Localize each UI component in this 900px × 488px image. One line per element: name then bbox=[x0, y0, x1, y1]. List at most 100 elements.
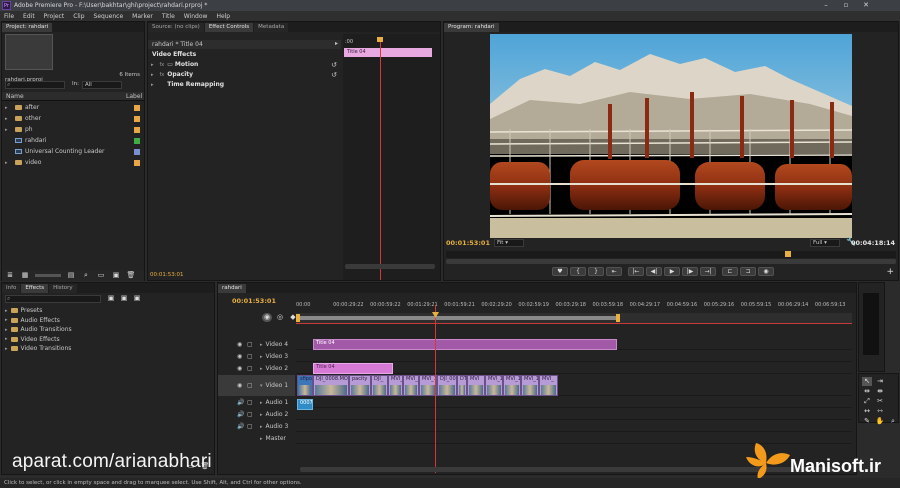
effect-opacity[interactable]: Opacity bbox=[167, 71, 193, 78]
export-frame-button[interactable]: ◉ bbox=[758, 267, 774, 276]
fx-toggle-icon[interactable]: fx bbox=[160, 62, 165, 68]
track-visibility-icon[interactable]: ◉ bbox=[237, 382, 247, 389]
video-clip[interactable]: MVI bbox=[467, 375, 485, 396]
snap-icon[interactable]: ◉ bbox=[262, 313, 272, 322]
title-clip-video4[interactable]: Title 04 bbox=[313, 339, 617, 350]
expand-track-icon[interactable]: ▸ bbox=[260, 354, 263, 360]
expand-arrow-icon[interactable]: ▸ bbox=[5, 105, 12, 111]
expand-arrow-icon[interactable]: ▸ bbox=[5, 116, 12, 122]
timeline-playhead[interactable] bbox=[435, 305, 436, 473]
expand-arrow-icon[interactable]: ▸ bbox=[335, 40, 338, 47]
label-color-swatch[interactable] bbox=[134, 159, 140, 166]
track-header[interactable]: 🔊 ▢ ▸ Audio 2 bbox=[218, 409, 295, 420]
project-item[interactable]: ▸ after bbox=[2, 102, 144, 113]
track-mute-icon[interactable]: 🔊 bbox=[237, 399, 247, 406]
video-clip[interactable]: DJI_0008.MOV bbox=[313, 375, 349, 396]
track-header[interactable]: ◉ ▢ ▸ Video 3 bbox=[218, 351, 295, 362]
menu-window[interactable]: Window bbox=[184, 13, 208, 20]
expand-track-icon[interactable]: ▸ bbox=[260, 400, 263, 406]
video-clip[interactable]: MVI_1 bbox=[521, 375, 539, 396]
expand-arrow-icon[interactable]: ▸ bbox=[5, 308, 8, 314]
add-button-icon[interactable]: + bbox=[886, 267, 894, 277]
rolling-edit-tool-icon[interactable]: ⇼ bbox=[875, 387, 885, 396]
video-clip[interactable]: MVI_1 bbox=[503, 375, 521, 396]
project-item[interactable]: ▸ video bbox=[2, 157, 144, 168]
mark-in-button[interactable]: { bbox=[570, 267, 586, 276]
track-lock-icon[interactable]: ▢ bbox=[247, 365, 257, 372]
expand-track-icon[interactable]: ▸ bbox=[260, 342, 263, 348]
effect-timeline-area[interactable]: :00 Title 04 bbox=[343, 34, 440, 280]
reset-motion-icon[interactable]: ↺ bbox=[331, 61, 337, 69]
project-item[interactable]: ▸ other bbox=[2, 113, 144, 124]
track-lane[interactable] bbox=[296, 421, 852, 432]
video-clip[interactable]: MVI_ bbox=[388, 375, 403, 396]
close-button[interactable]: ✕ bbox=[856, 0, 876, 11]
new-item-icon[interactable]: ▣ bbox=[111, 271, 121, 280]
track-lock-icon[interactable]: ▢ bbox=[247, 341, 257, 348]
timeline-ruler[interactable]: 00:00 00:00:29:22 00:00:59:22 00:01:29:21 00… bbox=[296, 302, 852, 312]
track-lane[interactable] bbox=[296, 409, 852, 420]
label-color-swatch[interactable] bbox=[134, 115, 140, 122]
32bit-effects-icon[interactable]: ▣ bbox=[119, 294, 129, 303]
menu-title[interactable]: Title bbox=[162, 13, 175, 20]
video-clip[interactable]: MVI_ bbox=[539, 375, 558, 396]
work-area-range[interactable] bbox=[296, 316, 618, 320]
play-button[interactable]: ▶ bbox=[664, 267, 680, 276]
menu-project[interactable]: Project bbox=[44, 13, 65, 20]
new-bin-icon[interactable]: ▭ bbox=[96, 271, 106, 280]
hand-tool-icon[interactable]: ✋ bbox=[875, 417, 885, 426]
trash-icon[interactable]: 🗑 bbox=[126, 271, 136, 280]
track-lock-icon[interactable]: ▢ bbox=[247, 423, 257, 430]
tab-project[interactable]: Project: rahdari bbox=[2, 23, 53, 32]
tab-effects[interactable]: Effects bbox=[21, 284, 49, 293]
pen-tool-icon[interactable]: ✎ bbox=[862, 417, 872, 426]
effect-time-remapping[interactable]: Time Remapping bbox=[167, 81, 224, 88]
expand-track-icon[interactable]: ▸ bbox=[260, 366, 263, 372]
rate-stretch-tool-icon[interactable]: ⤢ bbox=[862, 397, 872, 406]
add-marker-button[interactable]: ♥ bbox=[552, 267, 568, 276]
expand-time-remap-icon[interactable]: ▸ bbox=[151, 82, 154, 88]
video-clip[interactable]: DTI bbox=[457, 375, 467, 396]
label-color-swatch[interactable] bbox=[134, 104, 140, 111]
expand-motion-icon[interactable]: ▸ bbox=[151, 62, 154, 68]
video-clip[interactable]: MVI_1 bbox=[485, 375, 503, 396]
work-area-end-handle[interactable] bbox=[616, 314, 620, 322]
tab-history[interactable]: History bbox=[49, 284, 77, 293]
column-header-label[interactable]: Label bbox=[126, 93, 142, 100]
automate-icon[interactable]: ▤ bbox=[66, 271, 76, 280]
track-lane[interactable] bbox=[296, 351, 852, 362]
reset-opacity-icon[interactable]: ↺ bbox=[331, 71, 337, 79]
work-area-start-handle[interactable] bbox=[296, 314, 300, 322]
icon-view-icon[interactable]: ▦ bbox=[20, 271, 30, 280]
zoom-tool-icon[interactable]: ⌕ bbox=[888, 417, 898, 426]
track-lock-icon[interactable]: ▢ bbox=[247, 399, 257, 406]
label-color-swatch[interactable] bbox=[134, 148, 140, 155]
effects-category-item[interactable]: ▸ Presets bbox=[2, 306, 214, 315]
quality-dropdown[interactable]: Full ▾ bbox=[810, 239, 840, 247]
expand-arrow-icon[interactable]: ▸ bbox=[5, 127, 12, 133]
track-lane[interactable] bbox=[296, 397, 852, 408]
yuv-effects-icon[interactable]: ▣ bbox=[132, 294, 142, 303]
program-timeruler[interactable] bbox=[446, 251, 896, 258]
find-icon[interactable]: ⌕ bbox=[81, 271, 91, 280]
go-to-in-point-button[interactable]: |← bbox=[628, 267, 644, 276]
track-header[interactable]: 🔊 ▢ ▸ Audio 1 bbox=[218, 397, 295, 408]
project-item[interactable]: Universal Counting Leader bbox=[2, 146, 144, 157]
effects-category-item[interactable]: ▸ Audio Transitions bbox=[2, 325, 214, 334]
effects-category-item[interactable]: ▸ Video Transitions bbox=[2, 344, 214, 353]
tab-info[interactable]: Info bbox=[2, 284, 21, 293]
track-header[interactable]: ◉ ▢ ▾ Video 1 bbox=[218, 375, 295, 396]
title-clip-video2[interactable]: Title 04 bbox=[313, 363, 393, 374]
track-mute-icon[interactable]: 🔊 bbox=[237, 411, 247, 418]
video-clip[interactable]: DJI_00 bbox=[437, 375, 457, 396]
mark-out-button[interactable]: } bbox=[588, 267, 604, 276]
step-forward-button[interactable]: |▶ bbox=[682, 267, 698, 276]
program-timecode[interactable]: 00:01:53:01 bbox=[446, 239, 490, 247]
slide-tool-icon[interactable]: ⇿ bbox=[875, 407, 885, 416]
timeline-timecode[interactable]: 00:01:53:01 bbox=[232, 297, 276, 305]
fit-dropdown[interactable]: Fit ▾ bbox=[494, 239, 524, 247]
go-to-in-button[interactable]: ⇤ bbox=[606, 267, 622, 276]
column-header-name[interactable]: Name bbox=[6, 93, 24, 100]
program-playhead-handle[interactable] bbox=[785, 251, 791, 257]
expand-arrow-icon[interactable]: ▸ bbox=[5, 160, 12, 166]
